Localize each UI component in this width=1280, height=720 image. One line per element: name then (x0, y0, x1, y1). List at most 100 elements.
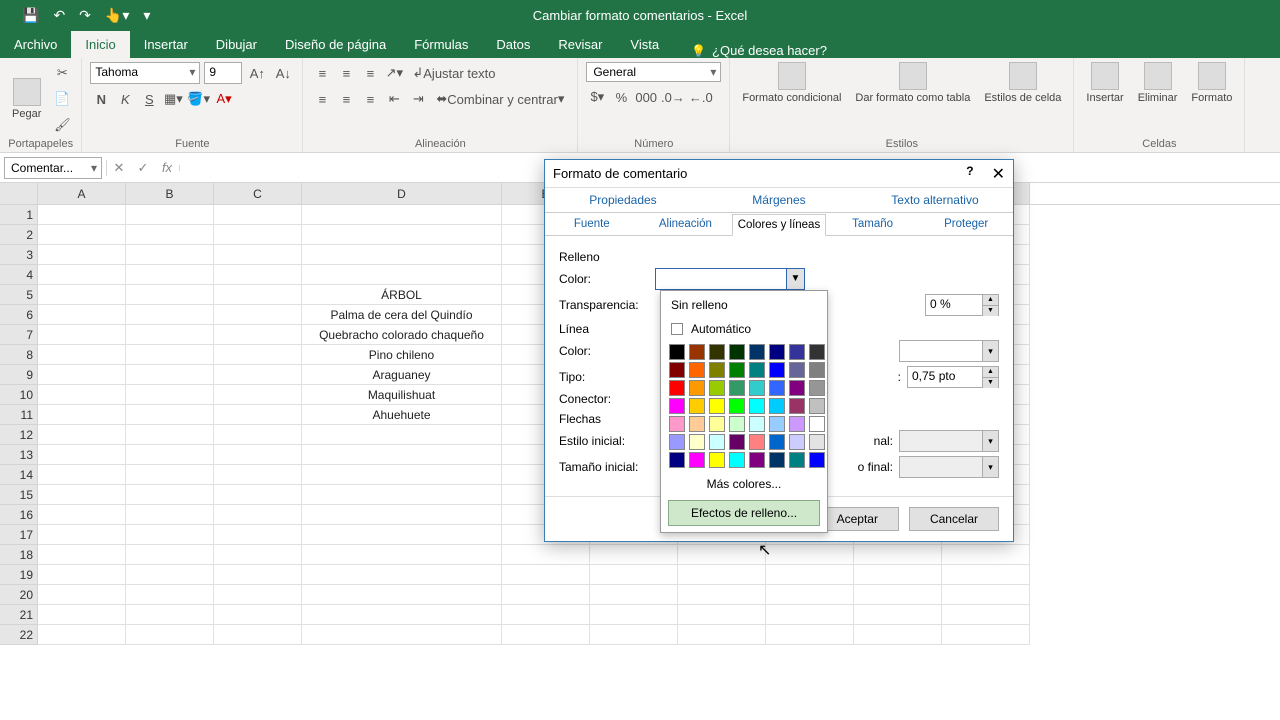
font-name-combo[interactable]: Tahoma (90, 62, 200, 84)
cell-C1[interactable] (214, 205, 302, 225)
insert-cells-button[interactable]: Insertar (1082, 62, 1127, 104)
tell-me-search[interactable]: ¿Qué desea hacer? (691, 43, 827, 58)
cell-J18[interactable] (942, 545, 1030, 565)
spin-down-icon[interactable]: ▼ (983, 378, 998, 388)
redo-icon[interactable]: ↷ (79, 7, 91, 24)
chevron-down-icon[interactable]: ▼ (786, 269, 804, 289)
row-header[interactable]: 17 (0, 525, 38, 545)
cell-B1[interactable] (126, 205, 214, 225)
percent-icon[interactable]: % (610, 86, 632, 108)
tab-datos[interactable]: Datos (482, 31, 544, 58)
cell-D21[interactable] (302, 605, 502, 625)
dlgtab-margenes[interactable]: Márgenes (701, 188, 857, 212)
align-center-icon[interactable]: ≡ (335, 88, 357, 110)
automatic-item[interactable]: Automático (663, 317, 825, 341)
color-swatch[interactable] (769, 380, 785, 396)
color-swatch[interactable] (729, 398, 745, 414)
color-swatch[interactable] (789, 362, 805, 378)
color-swatch[interactable] (769, 362, 785, 378)
bold-button[interactable]: N (90, 88, 112, 110)
col-A[interactable]: A (38, 183, 126, 204)
no-fill-item[interactable]: Sin relleno (663, 293, 825, 317)
cell-C20[interactable] (214, 585, 302, 605)
touch-icon[interactable]: 👆▾ (105, 7, 129, 24)
row-header[interactable]: 10 (0, 385, 38, 405)
row-header[interactable]: 7 (0, 325, 38, 345)
cell-C12[interactable] (214, 425, 302, 445)
cell-B6[interactable] (126, 305, 214, 325)
cell-I20[interactable] (854, 585, 942, 605)
cell-C16[interactable] (214, 505, 302, 525)
row-header[interactable]: 1 (0, 205, 38, 225)
comma-icon[interactable]: 000 (634, 86, 658, 108)
cell-D4[interactable] (302, 265, 502, 285)
cell-A19[interactable] (38, 565, 126, 585)
cell-G19[interactable] (678, 565, 766, 585)
cancel-x-icon[interactable]: ✕ (107, 160, 131, 176)
color-swatch[interactable] (709, 344, 725, 360)
color-swatch[interactable] (789, 416, 805, 432)
cell-C18[interactable] (214, 545, 302, 565)
color-swatch[interactable] (749, 398, 765, 414)
wrap-text-button[interactable]: ↲ Ajustar texto (407, 62, 500, 84)
chevron-down-icon[interactable]: ▾ (982, 431, 998, 451)
cell-B12[interactable] (126, 425, 214, 445)
cell-B5[interactable] (126, 285, 214, 305)
cell-B3[interactable] (126, 245, 214, 265)
format-as-table-button[interactable]: Dar formato como tabla (851, 62, 974, 104)
cell-F19[interactable] (590, 565, 678, 585)
cell-I19[interactable] (854, 565, 942, 585)
align-middle-icon[interactable]: ≡ (335, 62, 357, 84)
orientation-icon[interactable]: ↗▾ (383, 62, 405, 84)
color-swatch[interactable] (729, 380, 745, 396)
cell-B2[interactable] (126, 225, 214, 245)
cell-B17[interactable] (126, 525, 214, 545)
dlgtab-proteger[interactable]: Proteger (919, 213, 1013, 235)
cell-D6[interactable]: Palma de cera del Quindío (302, 305, 502, 325)
save-icon[interactable]: 💾 (22, 7, 39, 24)
transparency-spinner[interactable]: 0 % ▲▼ (925, 294, 999, 316)
cell-D7[interactable]: Quebracho colorado chaqueño (302, 325, 502, 345)
dlgtab-alineacion[interactable]: Alineación (639, 213, 733, 235)
tab-insertar[interactable]: Insertar (130, 31, 202, 58)
color-swatch[interactable] (689, 416, 705, 432)
color-swatch[interactable] (749, 344, 765, 360)
decimal-dec-icon[interactable]: ←.0 (688, 86, 714, 108)
cell-D3[interactable] (302, 245, 502, 265)
cell-C11[interactable] (214, 405, 302, 425)
cell-I18[interactable] (854, 545, 942, 565)
color-swatch[interactable] (689, 344, 705, 360)
cell-A20[interactable] (38, 585, 126, 605)
color-swatch[interactable] (669, 344, 685, 360)
tab-diseno-pagina[interactable]: Diseño de página (271, 31, 400, 58)
row-header[interactable]: 3 (0, 245, 38, 265)
color-swatch[interactable] (789, 344, 805, 360)
cell-B7[interactable] (126, 325, 214, 345)
cell-D12[interactable] (302, 425, 502, 445)
cell-A2[interactable] (38, 225, 126, 245)
color-swatch[interactable] (709, 398, 725, 414)
cell-C9[interactable] (214, 365, 302, 385)
cell-D17[interactable] (302, 525, 502, 545)
cell-H22[interactable] (766, 625, 854, 645)
color-swatch[interactable] (809, 380, 825, 396)
cell-D20[interactable] (302, 585, 502, 605)
cell-C21[interactable] (214, 605, 302, 625)
color-swatch[interactable] (749, 362, 765, 378)
merge-center-button[interactable]: ⬌ Combinar y centrar ▾ (431, 88, 569, 110)
cell-F21[interactable] (590, 605, 678, 625)
row-header[interactable]: 11 (0, 405, 38, 425)
cell-A12[interactable] (38, 425, 126, 445)
row-header[interactable]: 16 (0, 505, 38, 525)
dlgtab-fuente[interactable]: Fuente (545, 213, 639, 235)
row-header[interactable]: 2 (0, 225, 38, 245)
cell-C8[interactable] (214, 345, 302, 365)
color-swatch[interactable] (689, 380, 705, 396)
row-header[interactable]: 14 (0, 465, 38, 485)
cell-A13[interactable] (38, 445, 126, 465)
cell-G22[interactable] (678, 625, 766, 645)
row-header[interactable]: 19 (0, 565, 38, 585)
cell-A14[interactable] (38, 465, 126, 485)
cell-A21[interactable] (38, 605, 126, 625)
color-swatch[interactable] (769, 398, 785, 414)
